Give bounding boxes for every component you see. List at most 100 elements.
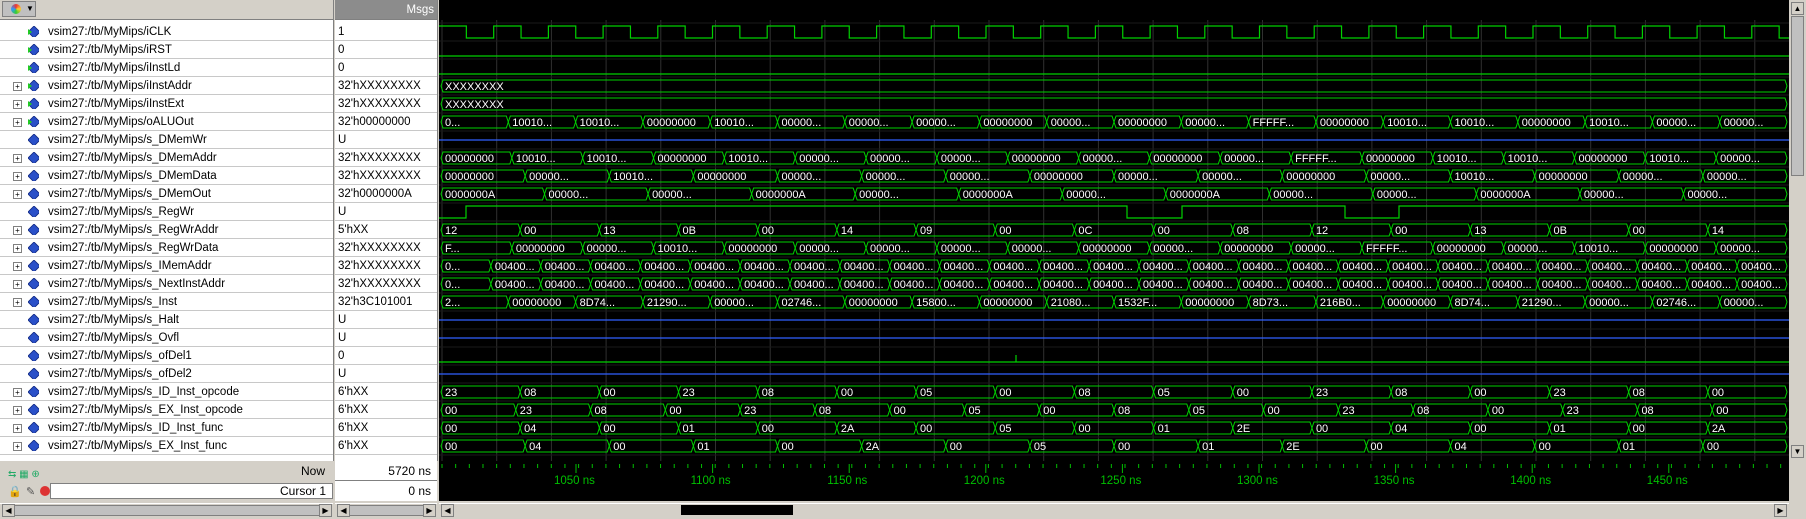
expand-icon[interactable]: + — [13, 190, 22, 199]
signal-value-row[interactable]: U — [335, 311, 437, 329]
bus-value-label: FFFFF... — [1295, 153, 1337, 165]
lock-icon[interactable]: 🔒 — [8, 482, 22, 502]
timeline-ruler[interactable]: 1050 ns 1100 ns 1150 ns 1200 ns 1250 ns 1300 … — [439, 461, 1789, 501]
signal-value-row[interactable]: 0 — [335, 59, 437, 77]
names-hscroll[interactable]: ◀ ▶ — [0, 503, 333, 517]
expand-icon[interactable]: + — [13, 82, 22, 91]
expand-icon[interactable]: + — [13, 154, 22, 163]
expand-icon[interactable]: + — [13, 244, 22, 253]
signal-value-row[interactable]: 32'hXXXXXXXX — [335, 239, 437, 257]
signal-value-row[interactable]: 32'hXXXXXXXX — [335, 95, 437, 113]
signal-value-row[interactable]: U — [335, 329, 437, 347]
signal-row[interactable]: + vsim27:/tb/MyMips/iInstExt — [0, 95, 333, 113]
scroll-right-icon[interactable]: ▶ — [319, 504, 332, 517]
signal-row[interactable]: + vsim27:/tb/MyMips/s_RegWrAddr — [0, 221, 333, 239]
signal-row[interactable]: + vsim27:/tb/MyMips/s_ID_Inst_func — [0, 419, 333, 437]
signal-value-row[interactable]: 32'h0000000A — [335, 185, 437, 203]
cursor-values: 5720 ns 0 ns — [335, 461, 437, 501]
signal-value-row[interactable]: 0 — [335, 41, 437, 59]
signal-value-row[interactable]: 32'hXXXXXXXX — [335, 257, 437, 275]
values-hscroll[interactable]: ◀ ▶ — [335, 503, 437, 517]
bus-value-label: 00000... — [1370, 171, 1410, 183]
wave-palette-button[interactable]: ▼ — [2, 1, 36, 17]
signal-row[interactable]: + vsim27:/tb/MyMips/iInstAddr — [0, 77, 333, 95]
cursor-name-field[interactable]: Cursor 1 — [50, 483, 333, 499]
signal-value-row[interactable]: 32'h3C101001 — [335, 293, 437, 311]
expand-icon[interactable]: + — [13, 226, 22, 235]
bus-value-label: 00000... — [1707, 171, 1747, 183]
bus-value-label: 00000000 — [1320, 117, 1369, 129]
signal-name: vsim27:/tb/MyMips/s_IMemAddr — [48, 260, 212, 272]
signal-row[interactable]: vsim27:/tb/MyMips/s_ofDel1 — [0, 347, 333, 365]
expand-icon[interactable]: + — [13, 442, 22, 451]
expand-icon[interactable]: + — [13, 118, 22, 127]
signal-name: vsim27:/tb/MyMips/s_ofDel2 — [48, 368, 192, 380]
vertical-scroll-thumb[interactable] — [1791, 16, 1804, 176]
bus-value-label: 00400... — [1193, 261, 1233, 273]
vertical-scrollbar[interactable]: ▲ ▼ — [1789, 0, 1806, 461]
signal-row[interactable]: vsim27:/tb/MyMips/s_RegWr — [0, 203, 333, 221]
bus-value-label: 00000... — [1118, 171, 1158, 183]
signal-value-row[interactable]: 32'hXXXXXXXX — [335, 275, 437, 293]
waveform-panel[interactable]: XXXXXXXX XXXXXXXX 0... 10010... 10010... 0000… — [439, 0, 1789, 461]
signal-value-row[interactable]: 6'hXX — [335, 437, 437, 455]
wave-hscroll-thumb[interactable] — [681, 505, 793, 515]
signal-row[interactable]: + vsim27:/tb/MyMips/s_EX_Inst_func — [0, 437, 333, 455]
names-hscroll-thumb[interactable] — [14, 505, 321, 516]
expand-icon[interactable]: + — [13, 406, 22, 415]
expand-icon[interactable]: + — [13, 388, 22, 397]
expand-icon[interactable]: + — [13, 424, 22, 433]
pencil-icon[interactable]: ✎ — [26, 482, 35, 502]
signal-value-row[interactable]: 0 — [335, 347, 437, 365]
signal-row[interactable]: vsim27:/tb/MyMips/s_Halt — [0, 311, 333, 329]
signal-row[interactable]: vsim27:/tb/MyMips/iInstLd — [0, 59, 333, 77]
signal-row[interactable]: + vsim27:/tb/MyMips/s_NextInstAddr — [0, 275, 333, 293]
signal-row[interactable]: + vsim27:/tb/MyMips/s_DMemData — [0, 167, 333, 185]
bus-value-label: 00000... — [1153, 243, 1193, 255]
signal-row[interactable]: + vsim27:/tb/MyMips/s_EX_Inst_opcode — [0, 401, 333, 419]
expand-icon[interactable]: + — [13, 280, 22, 289]
signal-value-row[interactable]: 5'hXX — [335, 221, 437, 239]
bus-value-label: 00000000 — [1539, 171, 1588, 183]
signal-value-row[interactable]: 32'h00000000 — [335, 113, 437, 131]
signal-value-row[interactable]: 6'hXX — [335, 383, 437, 401]
signal-row[interactable]: vsim27:/tb/MyMips/s_Ovfl — [0, 329, 333, 347]
signal-row[interactable]: + vsim27:/tb/MyMips/oALUOut — [0, 113, 333, 131]
signal-row[interactable]: vsim27:/tb/MyMips/s_DMemWr — [0, 131, 333, 149]
wave-hscroll[interactable]: ◀ ▶ — [439, 503, 1789, 517]
bus-value-label: 00 — [762, 225, 774, 237]
signal-value-row[interactable]: 32'hXXXXXXXX — [335, 149, 437, 167]
scroll-right-icon[interactable]: ▶ — [423, 504, 436, 517]
waveform-canvas[interactable]: XXXXXXXXXXXXXXXX0... 10010... 10010... 0000… — [439, 0, 1789, 461]
signal-value-row[interactable]: U — [335, 131, 437, 149]
signal-row[interactable]: + vsim27:/tb/MyMips/s_DMemAddr — [0, 149, 333, 167]
signal-name: vsim27:/tb/MyMips/s_EX_Inst_opcode — [48, 404, 243, 416]
signal-row[interactable]: + vsim27:/tb/MyMips/s_ID_Inst_opcode — [0, 383, 333, 401]
signal-value-row[interactable]: 6'hXX — [335, 401, 437, 419]
scroll-up-icon[interactable]: ▲ — [1791, 2, 1804, 15]
scroll-down-icon[interactable]: ▼ — [1791, 445, 1804, 458]
signal-value: 32'hXXXXXXXX — [338, 170, 421, 182]
expand-icon[interactable]: + — [13, 298, 22, 307]
signal-value-row[interactable]: 1 — [335, 23, 437, 41]
signal-row[interactable]: + vsim27:/tb/MyMips/s_DMemOut — [0, 185, 333, 203]
signal-row[interactable]: vsim27:/tb/MyMips/s_ofDel2 — [0, 365, 333, 383]
signal-row[interactable]: vsim27:/tb/MyMips/iCLK — [0, 23, 333, 41]
bus-value-label: 00400... — [744, 261, 784, 273]
signal-row[interactable]: + vsim27:/tb/MyMips/s_RegWrData — [0, 239, 333, 257]
scroll-right-icon[interactable]: ▶ — [1774, 504, 1787, 517]
signal-value-row[interactable]: 32'hXXXXXXXX — [335, 77, 437, 95]
delete-cursor-icon[interactable] — [40, 486, 50, 496]
signal-row[interactable]: + vsim27:/tb/MyMips/s_IMemAddr — [0, 257, 333, 275]
values-hscroll-thumb[interactable] — [349, 505, 425, 516]
expand-icon[interactable]: + — [13, 262, 22, 271]
signal-row[interactable]: + vsim27:/tb/MyMips/s_Inst — [0, 293, 333, 311]
scroll-left-icon[interactable]: ◀ — [441, 504, 454, 517]
signal-value-row[interactable]: 6'hXX — [335, 419, 437, 437]
signal-value-row[interactable]: U — [335, 365, 437, 383]
expand-icon[interactable]: + — [13, 172, 22, 181]
signal-value-row[interactable]: U — [335, 203, 437, 221]
expand-icon[interactable]: + — [13, 100, 22, 109]
signal-row[interactable]: vsim27:/tb/MyMips/iRST — [0, 41, 333, 59]
signal-value-row[interactable]: 32'hXXXXXXXX — [335, 167, 437, 185]
